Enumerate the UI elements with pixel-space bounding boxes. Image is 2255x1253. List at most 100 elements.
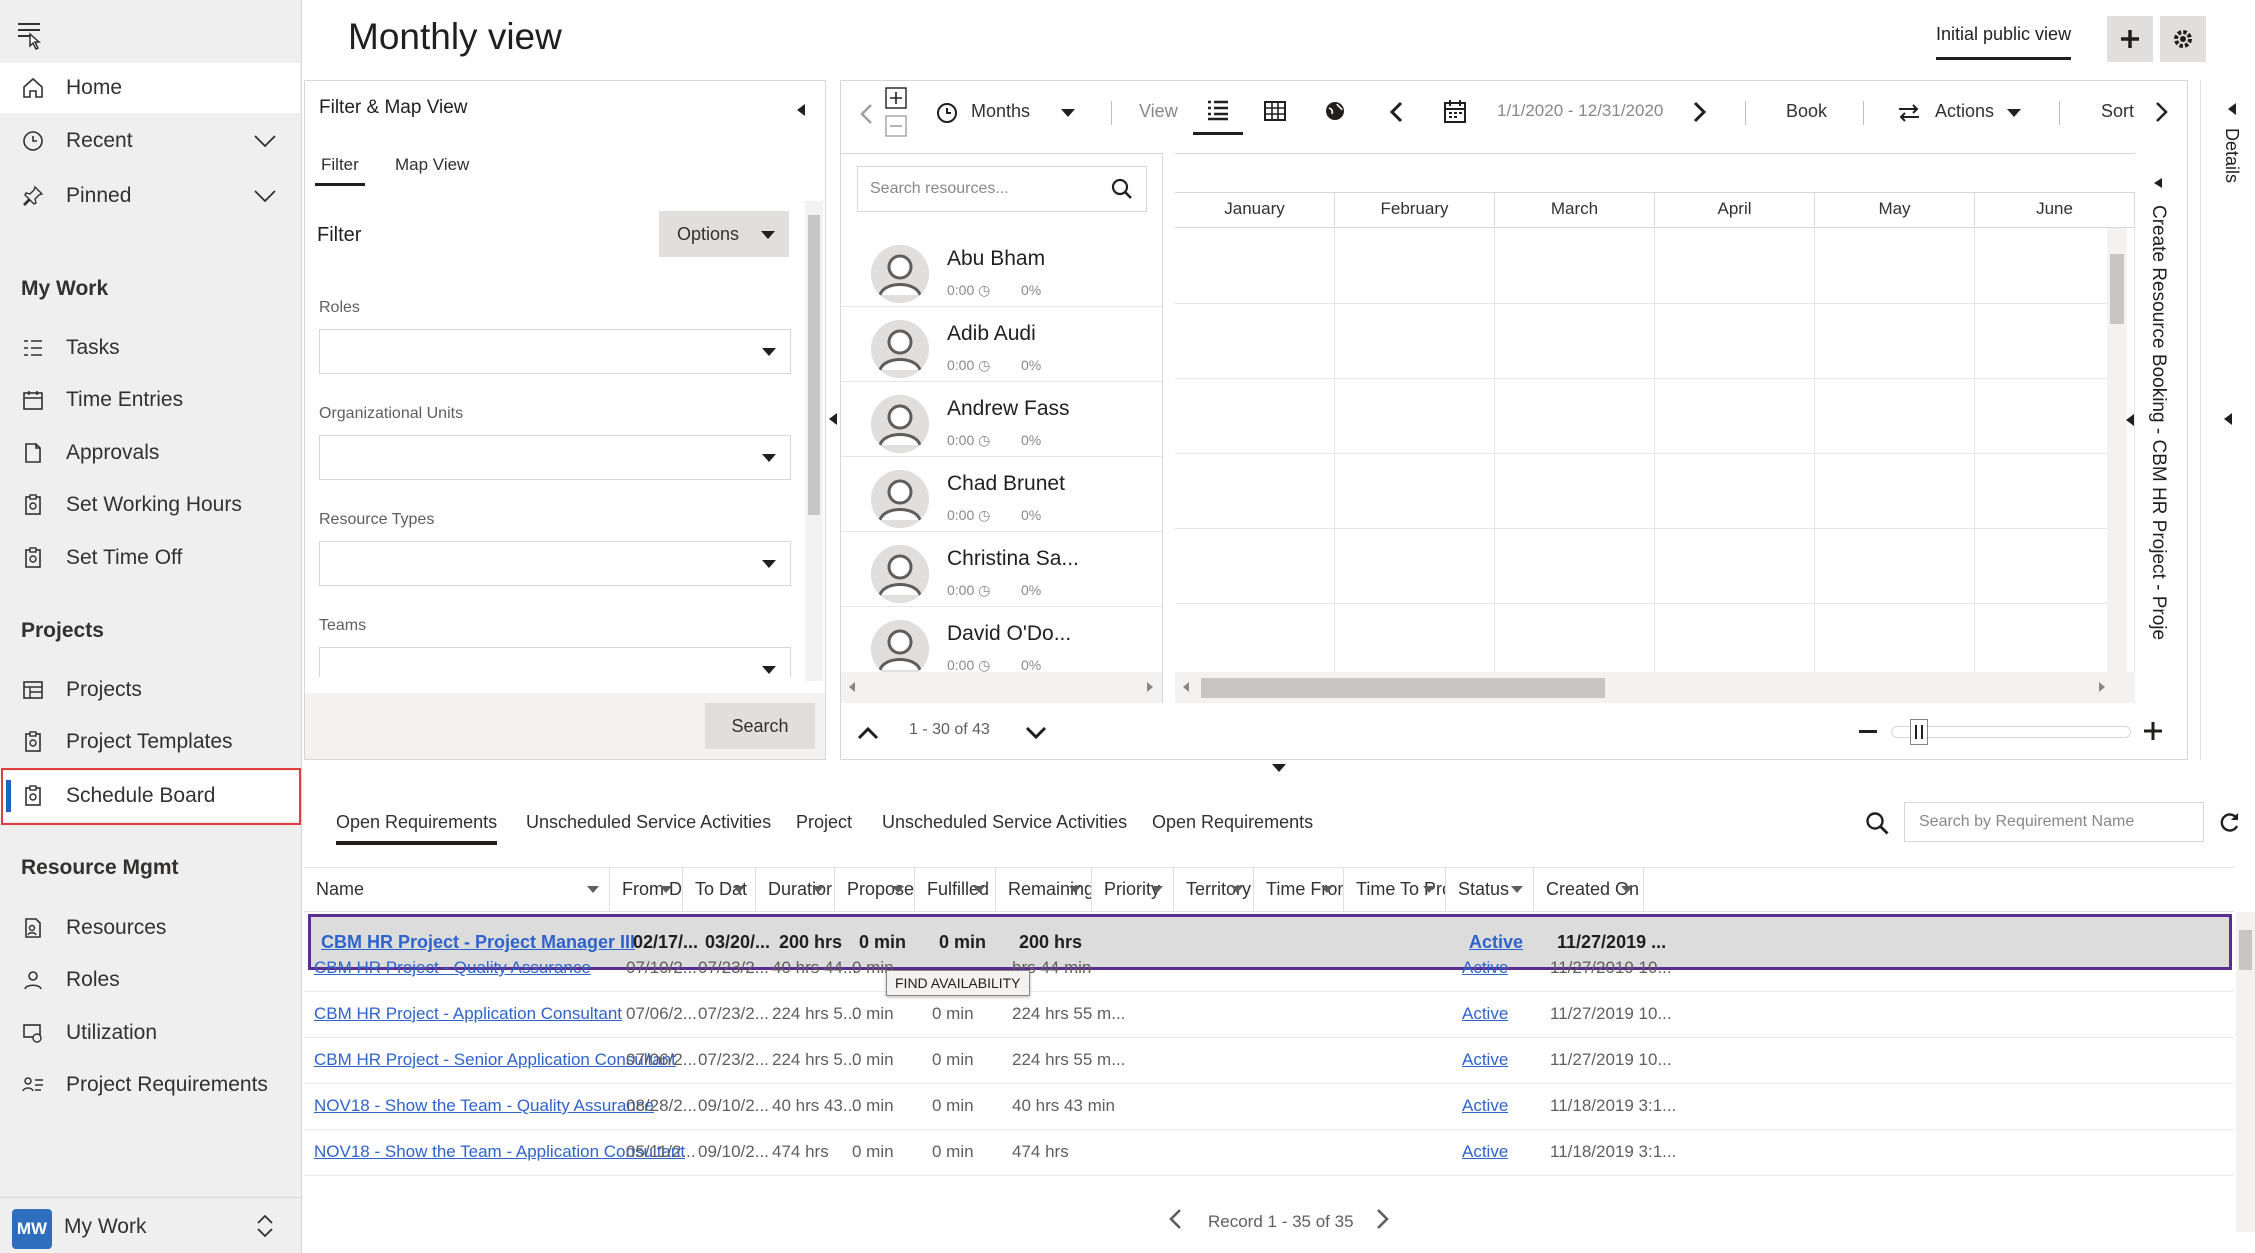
- sidebar-item-project-templates[interactable]: Project Templates: [0, 717, 300, 767]
- timescale-label[interactable]: Months: [971, 101, 1030, 122]
- sidebar-item-time-entries[interactable]: Time Entries: [0, 375, 300, 425]
- collapse-left-icon[interactable]: [2153, 177, 2163, 189]
- chevron-updown-icon[interactable]: [252, 1212, 278, 1240]
- chevron-up-icon[interactable]: [857, 726, 879, 740]
- sidebar-item-project-requirements[interactable]: Project Requirements: [0, 1060, 300, 1110]
- scroll-left-icon[interactable]: [849, 682, 855, 692]
- timeline-hscroll[interactable]: [1175, 672, 2135, 703]
- cell-status[interactable]: Active: [1462, 1050, 1508, 1070]
- table-row[interactable]: CBM HR Project - Quality Assurance 07/10/…: [304, 946, 2234, 992]
- sidebar-item-approvals[interactable]: Approvals: [0, 428, 300, 478]
- search-resources-input[interactable]: Search resources...: [857, 166, 1147, 212]
- sidebar-item-tasks[interactable]: Tasks: [0, 323, 300, 373]
- collapse-left-icon[interactable]: [795, 103, 807, 117]
- org-units-select[interactable]: [319, 435, 791, 480]
- table-row[interactable]: NOV18 - Show the Team - Quality Assuranc…: [304, 1084, 2234, 1130]
- globe-icon[interactable]: [1323, 99, 1347, 123]
- sidebar-item-roles[interactable]: Roles: [0, 955, 300, 1005]
- search-icon[interactable]: [1864, 810, 1890, 836]
- settings-button[interactable]: [2160, 16, 2206, 62]
- resource-row[interactable]: Adib Audi 0:00 ◷ 0%: [841, 307, 1162, 382]
- collapse-left-icon[interactable]: [828, 412, 838, 426]
- create-booking-label[interactable]: Create Resource Booking - CBM HR Project…: [2147, 205, 2169, 640]
- add-button[interactable]: [2107, 16, 2153, 62]
- resource-hscroll[interactable]: [841, 672, 1162, 703]
- chevron-down-icon[interactable]: [252, 128, 278, 154]
- table-row[interactable]: NOV18 - Show the Team - Application Cons…: [304, 1130, 2234, 1176]
- chevron-down-icon[interactable]: [1025, 726, 1047, 740]
- cell-name[interactable]: CBM HR Project - Application Consultant: [314, 1004, 622, 1024]
- collapse-left-icon[interactable]: [2125, 413, 2135, 427]
- sidebar-item-resources[interactable]: Resources: [0, 903, 300, 953]
- teams-select[interactable]: [319, 647, 791, 677]
- sidebar-item-set-working-hours[interactable]: Set Working Hours: [0, 480, 300, 530]
- zoom-slider-thumb[interactable]: [1910, 719, 1928, 745]
- details-label[interactable]: Details: [2221, 128, 2242, 183]
- column-header[interactable]: Status: [1446, 867, 1534, 912]
- chevron-down-icon[interactable]: [1321, 886, 1333, 893]
- area-switcher[interactable]: MW My Work: [0, 1197, 301, 1253]
- table-row[interactable]: CBM HR Project - Senior Application Cons…: [304, 1038, 2234, 1084]
- refresh-icon[interactable]: [2218, 810, 2242, 834]
- scrollbar-thumb[interactable]: [1201, 678, 1605, 698]
- find-availability-tooltip[interactable]: FIND AVAILABILITY: [886, 970, 1030, 996]
- expand-collapse-icon[interactable]: [885, 87, 907, 137]
- tab-filter[interactable]: Filter: [315, 155, 365, 186]
- cell-status[interactable]: Active: [1462, 958, 1508, 978]
- chevron-down-icon[interactable]: [812, 886, 824, 893]
- resource-row[interactable]: Andrew Fass 0:00 ◷ 0%: [841, 382, 1162, 457]
- resource-row[interactable]: Chad Brunet 0:00 ◷ 0%: [841, 457, 1162, 532]
- column-header[interactable]: Time To Pro: [1344, 867, 1446, 912]
- filter-scrollbar[interactable]: [805, 201, 823, 681]
- sidebar-item-utilization[interactable]: Utilization: [0, 1008, 300, 1058]
- requirements-vscroll[interactable]: [2236, 912, 2255, 1232]
- collapse-left-icon[interactable]: [2223, 412, 2233, 426]
- tab-open-requirements-2[interactable]: Open Requirements: [1152, 812, 1313, 833]
- table-row[interactable]: CBM HR Project - Application Consultant 0…: [304, 992, 2234, 1038]
- sort-button[interactable]: Sort: [2101, 101, 2134, 122]
- cell-name[interactable]: NOV18 - Show the Team - Quality Assuranc…: [314, 1096, 654, 1116]
- column-header[interactable]: Time From: [1254, 867, 1344, 912]
- tab-unscheduled-service-activities-2[interactable]: Unscheduled Service Activities: [882, 812, 1127, 833]
- chevron-down-icon[interactable]: [1069, 886, 1081, 893]
- roles-select[interactable]: [319, 329, 791, 374]
- resource-row[interactable]: Christina Sa... 0:00 ◷ 0%: [841, 532, 1162, 607]
- zoom-out-icon[interactable]: [1859, 730, 1877, 733]
- chevron-down-icon[interactable]: [1231, 886, 1243, 893]
- resource-row[interactable]: Abu Bham 0:00 ◷ 0%: [841, 232, 1162, 307]
- zoom-in-icon[interactable]: [2143, 721, 2163, 741]
- options-button[interactable]: Options: [659, 211, 789, 257]
- scroll-left-icon[interactable]: [1183, 682, 1189, 692]
- chevron-down-icon[interactable]: [733, 886, 745, 893]
- tab-project[interactable]: Project: [796, 812, 852, 833]
- search-button[interactable]: Search: [705, 703, 815, 749]
- caret-down-icon[interactable]: [2007, 109, 2021, 117]
- scroll-right-icon[interactable]: [2099, 682, 2105, 692]
- chevron-down-icon[interactable]: [973, 886, 985, 893]
- chevron-down-icon[interactable]: [1621, 886, 1633, 893]
- timeline-vscroll[interactable]: [2107, 228, 2127, 672]
- chevron-right-icon[interactable]: [1693, 101, 1707, 123]
- column-header[interactable]: Propose: [835, 867, 915, 912]
- sidebar-item-projects[interactable]: Projects: [0, 665, 300, 715]
- cell-name[interactable]: CBM HR Project - Quality Assurance: [314, 958, 591, 978]
- cell-name[interactable]: CBM HR Project - Senior Application Cons…: [314, 1050, 676, 1070]
- cell-status[interactable]: Active: [1462, 1004, 1508, 1024]
- column-header[interactable]: To Dat: [683, 867, 756, 912]
- chevron-down-icon[interactable]: [1511, 886, 1523, 893]
- caret-down-icon[interactable]: [1061, 109, 1075, 117]
- chevron-down-icon[interactable]: [587, 886, 599, 893]
- scroll-right-icon[interactable]: [1147, 682, 1153, 692]
- scrollbar-thumb[interactable]: [808, 215, 820, 515]
- column-header[interactable]: Priority: [1092, 867, 1174, 912]
- cell-status[interactable]: Active: [1462, 1142, 1508, 1162]
- chevron-left-icon[interactable]: [859, 103, 873, 125]
- column-header[interactable]: Name: [304, 867, 610, 912]
- tab-map-view[interactable]: Map View: [395, 155, 469, 175]
- nav-recent[interactable]: Recent: [0, 116, 300, 166]
- actions-button[interactable]: Actions: [1935, 101, 1994, 122]
- column-header[interactable]: Created On: [1534, 867, 1644, 912]
- collapse-left-icon[interactable]: [2227, 102, 2237, 116]
- splitter-collapse-icon[interactable]: [1272, 764, 1286, 772]
- chevron-right-icon[interactable]: [2155, 101, 2169, 123]
